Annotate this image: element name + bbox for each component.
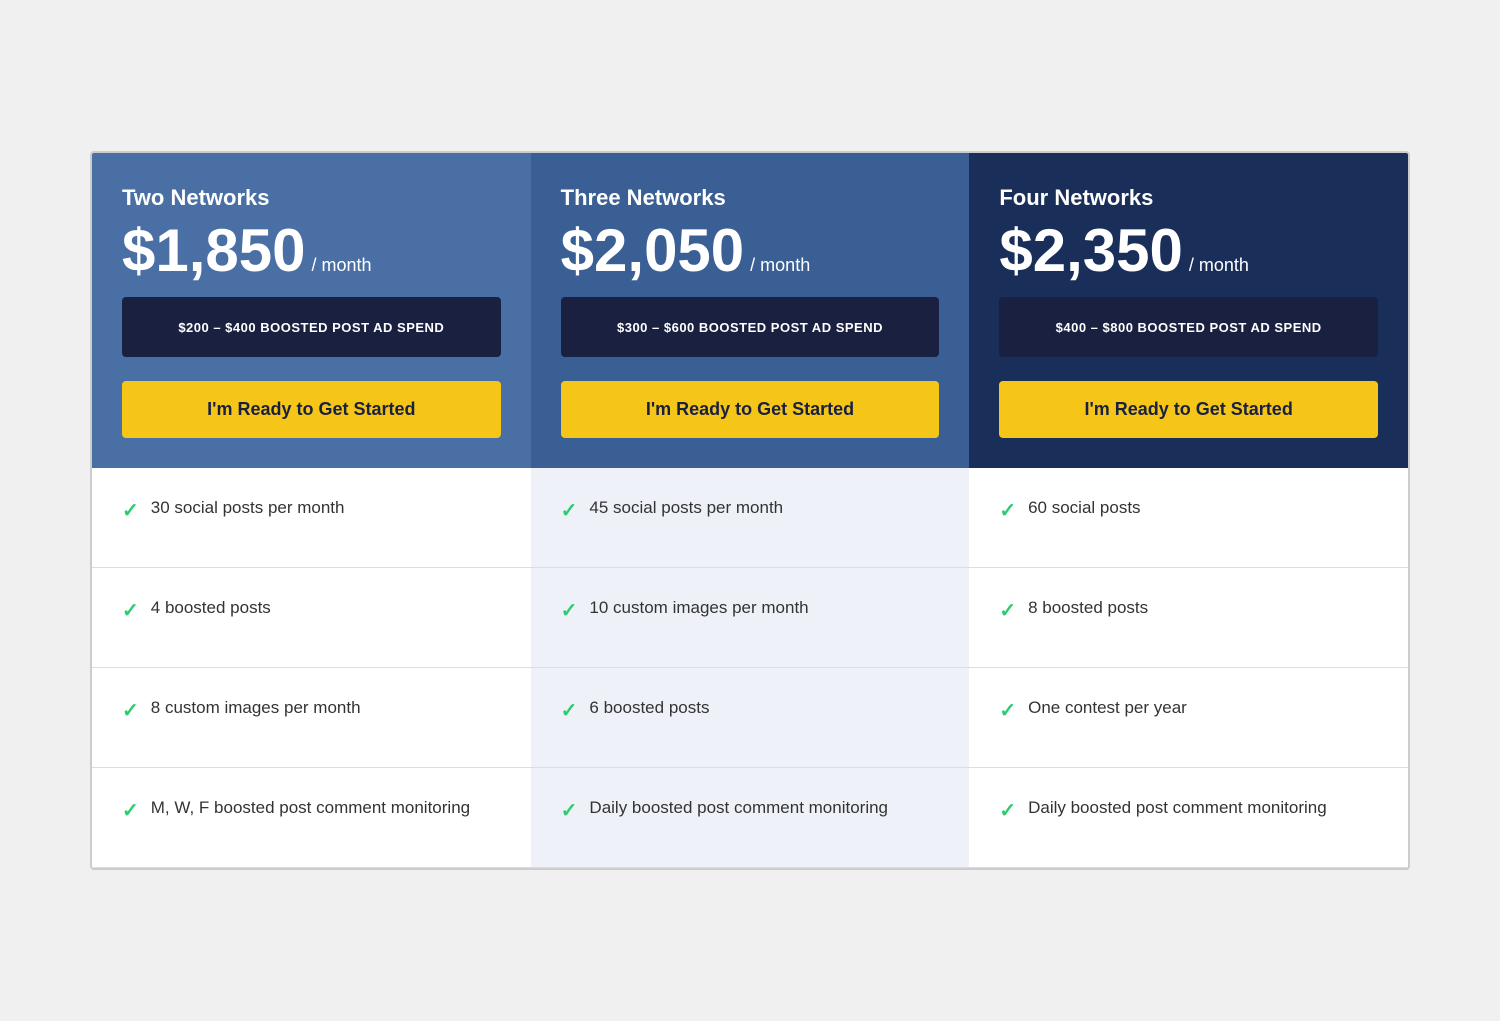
feature-cell-row2-col1: ✓ 6 boosted posts xyxy=(531,668,970,768)
feature-cell-row0-col1: ✓ 45 social posts per month xyxy=(531,468,970,568)
check-icon-row1-col1: ✓ xyxy=(561,598,578,623)
feature-text-row2-col1: 6 boosted posts xyxy=(589,696,709,720)
check-icon-row2-col0: ✓ xyxy=(122,698,139,723)
feature-text-row3-col0: M, W, F boosted post comment monitoring xyxy=(151,796,470,820)
plan-title-four-networks: Four Networks xyxy=(999,185,1378,211)
feature-cell-row1-col1: ✓ 10 custom images per month xyxy=(531,568,970,668)
pricing-features: ✓ 30 social posts per month ✓ 45 social … xyxy=(92,468,1408,868)
feature-text-row0-col1: 45 social posts per month xyxy=(589,496,783,520)
feature-cell-row3-col1: ✓ Daily boosted post comment monitoring xyxy=(531,768,970,868)
feature-cell-row1-col0: ✓ 4 boosted posts xyxy=(92,568,531,668)
price-period-three-networks: / month xyxy=(750,255,810,276)
cta-button-two-networks[interactable]: I'm Ready to Get Started xyxy=(122,381,501,438)
check-icon-row3-col2: ✓ xyxy=(999,798,1016,823)
feature-text-row0-col0: 30 social posts per month xyxy=(151,496,345,520)
feature-text-row1-col2: 8 boosted posts xyxy=(1028,596,1148,620)
check-icon-row2-col1: ✓ xyxy=(561,698,578,723)
price-amount-two-networks: $1,850 xyxy=(122,221,306,281)
feature-text-row2-col2: One contest per year xyxy=(1028,696,1187,720)
price-row-four-networks: $2,350 / month xyxy=(999,221,1378,281)
feature-cell-row0-col0: ✓ 30 social posts per month xyxy=(92,468,531,568)
feature-text-row3-col2: Daily boosted post comment monitoring xyxy=(1028,796,1327,820)
price-period-two-networks: / month xyxy=(312,255,372,276)
price-amount-three-networks: $2,050 xyxy=(561,221,745,281)
pricing-table: Two Networks $1,850 / month $200 – $400 … xyxy=(90,151,1410,870)
plan-title-two-networks: Two Networks xyxy=(122,185,501,211)
pricing-header: Two Networks $1,850 / month $200 – $400 … xyxy=(92,153,1408,468)
feature-text-row1-col1: 10 custom images per month xyxy=(589,596,808,620)
check-icon-row1-col0: ✓ xyxy=(122,598,139,623)
plan-header-four-networks: Four Networks $2,350 / month $400 – $800… xyxy=(969,153,1408,468)
feature-text-row3-col1: Daily boosted post comment monitoring xyxy=(589,796,888,820)
price-period-four-networks: / month xyxy=(1189,255,1249,276)
feature-text-row1-col0: 4 boosted posts xyxy=(151,596,271,620)
check-icon-row3-col0: ✓ xyxy=(122,798,139,823)
cta-button-three-networks[interactable]: I'm Ready to Get Started xyxy=(561,381,940,438)
plan-header-three-networks: Three Networks $2,050 / month $300 – $60… xyxy=(531,153,970,468)
feature-text-row2-col0: 8 custom images per month xyxy=(151,696,361,720)
cta-button-four-networks[interactable]: I'm Ready to Get Started xyxy=(999,381,1378,438)
feature-cell-row2-col0: ✓ 8 custom images per month xyxy=(92,668,531,768)
check-icon-row3-col1: ✓ xyxy=(561,798,578,823)
price-row-three-networks: $2,050 / month xyxy=(561,221,940,281)
check-icon-row1-col2: ✓ xyxy=(999,598,1016,623)
check-icon-row2-col2: ✓ xyxy=(999,698,1016,723)
check-icon-row0-col0: ✓ xyxy=(122,498,139,523)
plan-header-two-networks: Two Networks $1,850 / month $200 – $400 … xyxy=(92,153,531,468)
ad-spend-badge-four-networks: $400 – $800 BOOSTED POST AD SPEND xyxy=(999,297,1378,357)
feature-cell-row3-col0: ✓ M, W, F boosted post comment monitorin… xyxy=(92,768,531,868)
price-amount-four-networks: $2,350 xyxy=(999,221,1183,281)
check-icon-row0-col1: ✓ xyxy=(561,498,578,523)
plan-title-three-networks: Three Networks xyxy=(561,185,940,211)
feature-cell-row3-col2: ✓ Daily boosted post comment monitoring xyxy=(969,768,1408,868)
feature-cell-row2-col2: ✓ One contest per year xyxy=(969,668,1408,768)
ad-spend-badge-two-networks: $200 – $400 BOOSTED POST AD SPEND xyxy=(122,297,501,357)
ad-spend-badge-three-networks: $300 – $600 BOOSTED POST AD SPEND xyxy=(561,297,940,357)
price-row-two-networks: $1,850 / month xyxy=(122,221,501,281)
feature-cell-row0-col2: ✓ 60 social posts xyxy=(969,468,1408,568)
feature-cell-row1-col2: ✓ 8 boosted posts xyxy=(969,568,1408,668)
check-icon-row0-col2: ✓ xyxy=(999,498,1016,523)
feature-text-row0-col2: 60 social posts xyxy=(1028,496,1140,520)
